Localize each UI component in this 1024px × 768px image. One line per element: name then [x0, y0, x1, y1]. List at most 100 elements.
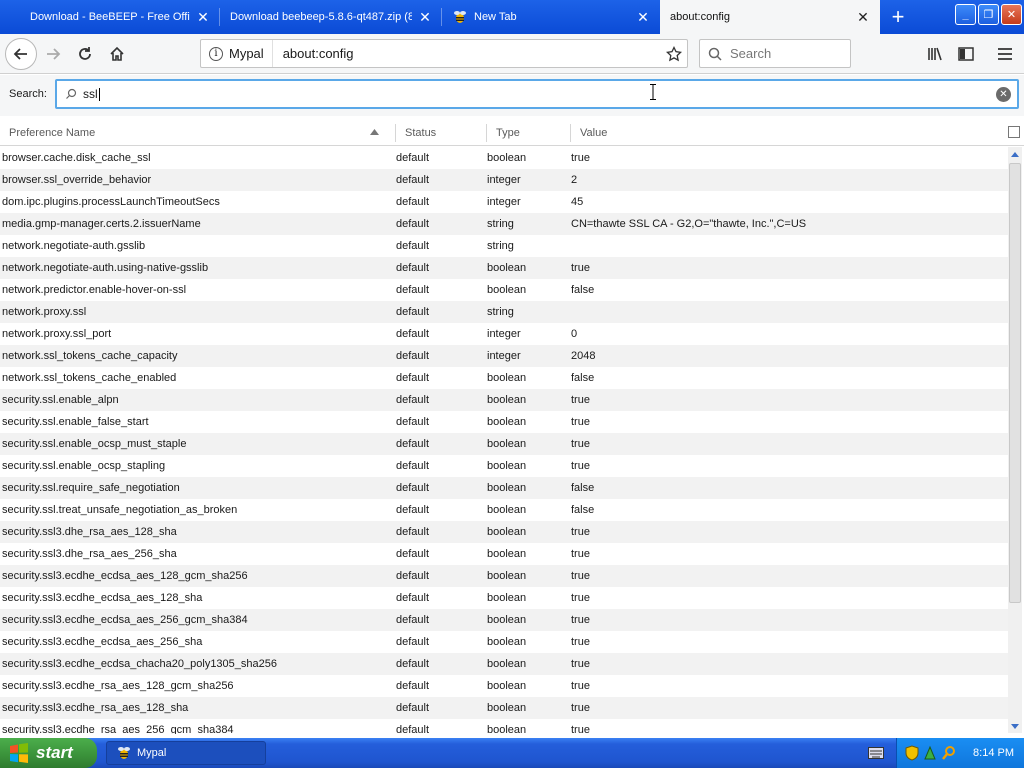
reload-button[interactable]	[70, 39, 100, 69]
pref-value: false	[571, 372, 595, 384]
table-row[interactable]: network.proxy.ssl default string	[0, 301, 1008, 323]
close-window-button[interactable]: ✕	[1001, 4, 1022, 25]
table-row[interactable]: security.ssl3.dhe_rsa_aes_128_sha default…	[0, 521, 1008, 543]
pref-type: boolean	[487, 416, 527, 428]
url-bar[interactable]: i Mypal about:config	[200, 39, 688, 68]
menu-icon[interactable]	[990, 39, 1020, 69]
site-identity-button[interactable]: i Mypal	[201, 40, 273, 67]
table-row[interactable]: browser.cache.disk_cache_ssl default boole…	[0, 147, 1008, 169]
close-icon[interactable]: ✕	[418, 9, 432, 26]
table-row[interactable]: network.ssl_tokens_cache_capacity default…	[0, 345, 1008, 367]
pref-type: string	[487, 306, 514, 318]
pref-name: security.ssl3.dhe_rsa_aes_256_sha	[2, 548, 177, 560]
close-icon[interactable]: ✕	[196, 9, 210, 26]
text-cursor-icon	[650, 84, 656, 100]
forward-button[interactable]	[38, 39, 68, 69]
search-bar[interactable]: Search	[699, 39, 851, 68]
table-row[interactable]: security.ssl.enable_ocsp_must_staple defa…	[0, 433, 1008, 455]
vertical-scrollbar[interactable]	[1008, 147, 1022, 733]
pref-type: boolean	[487, 548, 527, 560]
column-header-type[interactable]: Type	[487, 120, 570, 146]
tab-about-config[interactable]: about:config ✕	[660, 0, 880, 34]
pref-status: default	[396, 350, 430, 362]
search-placeholder: Search	[730, 46, 772, 61]
bee-icon	[118, 747, 130, 759]
table-row[interactable]: network.ssl_tokens_cache_enabled default b…	[0, 367, 1008, 389]
table-row[interactable]: network.negotiate-auth.gsslib default stri…	[0, 235, 1008, 257]
column-header-label: Status	[405, 127, 437, 139]
table-row[interactable]: security.ssl.enable_alpn default boolean tr…	[0, 389, 1008, 411]
network-icon[interactable]	[923, 745, 937, 761]
pref-status: default	[396, 460, 430, 472]
library-icon[interactable]	[920, 39, 950, 69]
pref-type: boolean	[487, 372, 527, 384]
table-row[interactable]: network.negotiate-auth.using-native-gssl…	[0, 257, 1008, 279]
table-row[interactable]: security.ssl3.ecdhe_rsa_aes_256_gcm_sha3…	[0, 719, 1008, 734]
clear-search-icon[interactable]: ✕	[996, 87, 1011, 102]
table-row[interactable]: security.ssl3.dhe_rsa_aes_256_sha default…	[0, 543, 1008, 565]
table-row[interactable]: security.ssl3.ecdhe_ecdsa_aes_128_sha def…	[0, 587, 1008, 609]
tab-beebeep-zip[interactable]: Download beebeep-5.8.6-qt487.zip (8 ✕	[220, 0, 442, 34]
home-button[interactable]	[102, 39, 132, 69]
back-button[interactable]	[5, 38, 37, 70]
column-header-name[interactable]: Preference Name	[0, 120, 395, 146]
pref-value: true	[571, 262, 590, 274]
url-text[interactable]: about:config	[273, 46, 661, 61]
keyboard-icon[interactable]	[868, 747, 884, 759]
shield-icon[interactable]	[905, 745, 919, 761]
pref-status: default	[396, 394, 430, 406]
close-icon[interactable]: ✕	[636, 9, 650, 26]
minimize-button[interactable]: _	[955, 4, 976, 25]
table-row[interactable]: network.predictor.enable-hover-on-ssl def…	[0, 279, 1008, 301]
column-picker-icon[interactable]	[1008, 126, 1020, 138]
pref-status: default	[396, 548, 430, 560]
table-row[interactable]: security.ssl3.ecdhe_ecdsa_aes_256_sha def…	[0, 631, 1008, 653]
pref-name: security.ssl.enable_false_start	[2, 416, 149, 428]
table-row[interactable]: media.gmp-manager.certs.2.issuerName defa…	[0, 213, 1008, 235]
pref-name: security.ssl3.ecdhe_ecdsa_aes_128_gcm_sh…	[2, 570, 248, 582]
scroll-down-icon[interactable]	[1008, 719, 1022, 733]
windows-taskbar: start Mypal 8:14 PM	[0, 738, 1024, 768]
taskbar-item-mypal[interactable]: Mypal	[106, 741, 266, 765]
preferences-table: Preference Name Status Type Value browse…	[0, 118, 1024, 734]
table-row[interactable]: security.ssl3.ecdhe_rsa_aes_128_sha defau…	[0, 697, 1008, 719]
start-button[interactable]: start	[0, 738, 97, 768]
pref-type: boolean	[487, 570, 527, 582]
scroll-up-icon[interactable]	[1008, 147, 1022, 161]
pref-value: true	[571, 526, 590, 538]
sort-ascending-icon	[370, 129, 379, 135]
pref-value: 2	[571, 174, 578, 186]
table-row[interactable]: browser.ssl_override_behavior default inte…	[0, 169, 1008, 191]
pref-type: boolean	[487, 592, 527, 604]
table-row[interactable]: security.ssl3.ecdhe_ecdsa_aes_128_gcm_sh…	[0, 565, 1008, 587]
pref-value: false	[571, 284, 595, 296]
tab-beebeep-download[interactable]: Download - BeeBEEP - Free Office ✕	[0, 0, 220, 34]
pref-status: default	[396, 724, 430, 734]
table-row[interactable]: security.ssl3.ecdhe_ecdsa_chacha20_poly1…	[0, 653, 1008, 675]
search-icon[interactable]	[941, 745, 957, 761]
column-header-value[interactable]: Value	[571, 120, 1001, 146]
pref-type: boolean	[487, 702, 527, 714]
table-row[interactable]: security.ssl3.ecdhe_ecdsa_aes_256_gcm_sh…	[0, 609, 1008, 631]
config-search-input[interactable]: ssl ✕	[55, 79, 1019, 109]
table-row[interactable]: security.ssl.treat_unsafe_negotiation_as…	[0, 499, 1008, 521]
pref-value	[571, 235, 1001, 257]
tab-new-tab[interactable]: New Tab ✕	[442, 0, 660, 34]
column-header-status[interactable]: Status	[396, 120, 486, 146]
restore-button[interactable]: ❐	[978, 4, 999, 25]
table-row[interactable]: dom.ipc.plugins.processLaunchTimeoutSecs…	[0, 191, 1008, 213]
sidebar-icon[interactable]	[951, 39, 981, 69]
pref-type: boolean	[487, 438, 527, 450]
table-row[interactable]: security.ssl3.ecdhe_rsa_aes_128_gcm_sha2…	[0, 675, 1008, 697]
scroll-thumb[interactable]	[1009, 163, 1021, 603]
close-icon[interactable]: ✕	[856, 9, 870, 26]
bookmark-star-icon[interactable]	[661, 45, 687, 62]
pref-status: default	[396, 372, 430, 384]
table-row[interactable]: network.proxy.ssl_port default integer 0	[0, 323, 1008, 345]
table-row[interactable]: security.ssl.enable_ocsp_stapling default…	[0, 455, 1008, 477]
table-row[interactable]: security.ssl.enable_false_start default bo…	[0, 411, 1008, 433]
pref-name: security.ssl3.dhe_rsa_aes_128_sha	[2, 526, 177, 538]
new-tab-button[interactable]: +	[880, 0, 916, 34]
table-row[interactable]: security.ssl.require_safe_negotiation def…	[0, 477, 1008, 499]
pref-name: browser.cache.disk_cache_ssl	[2, 152, 151, 164]
